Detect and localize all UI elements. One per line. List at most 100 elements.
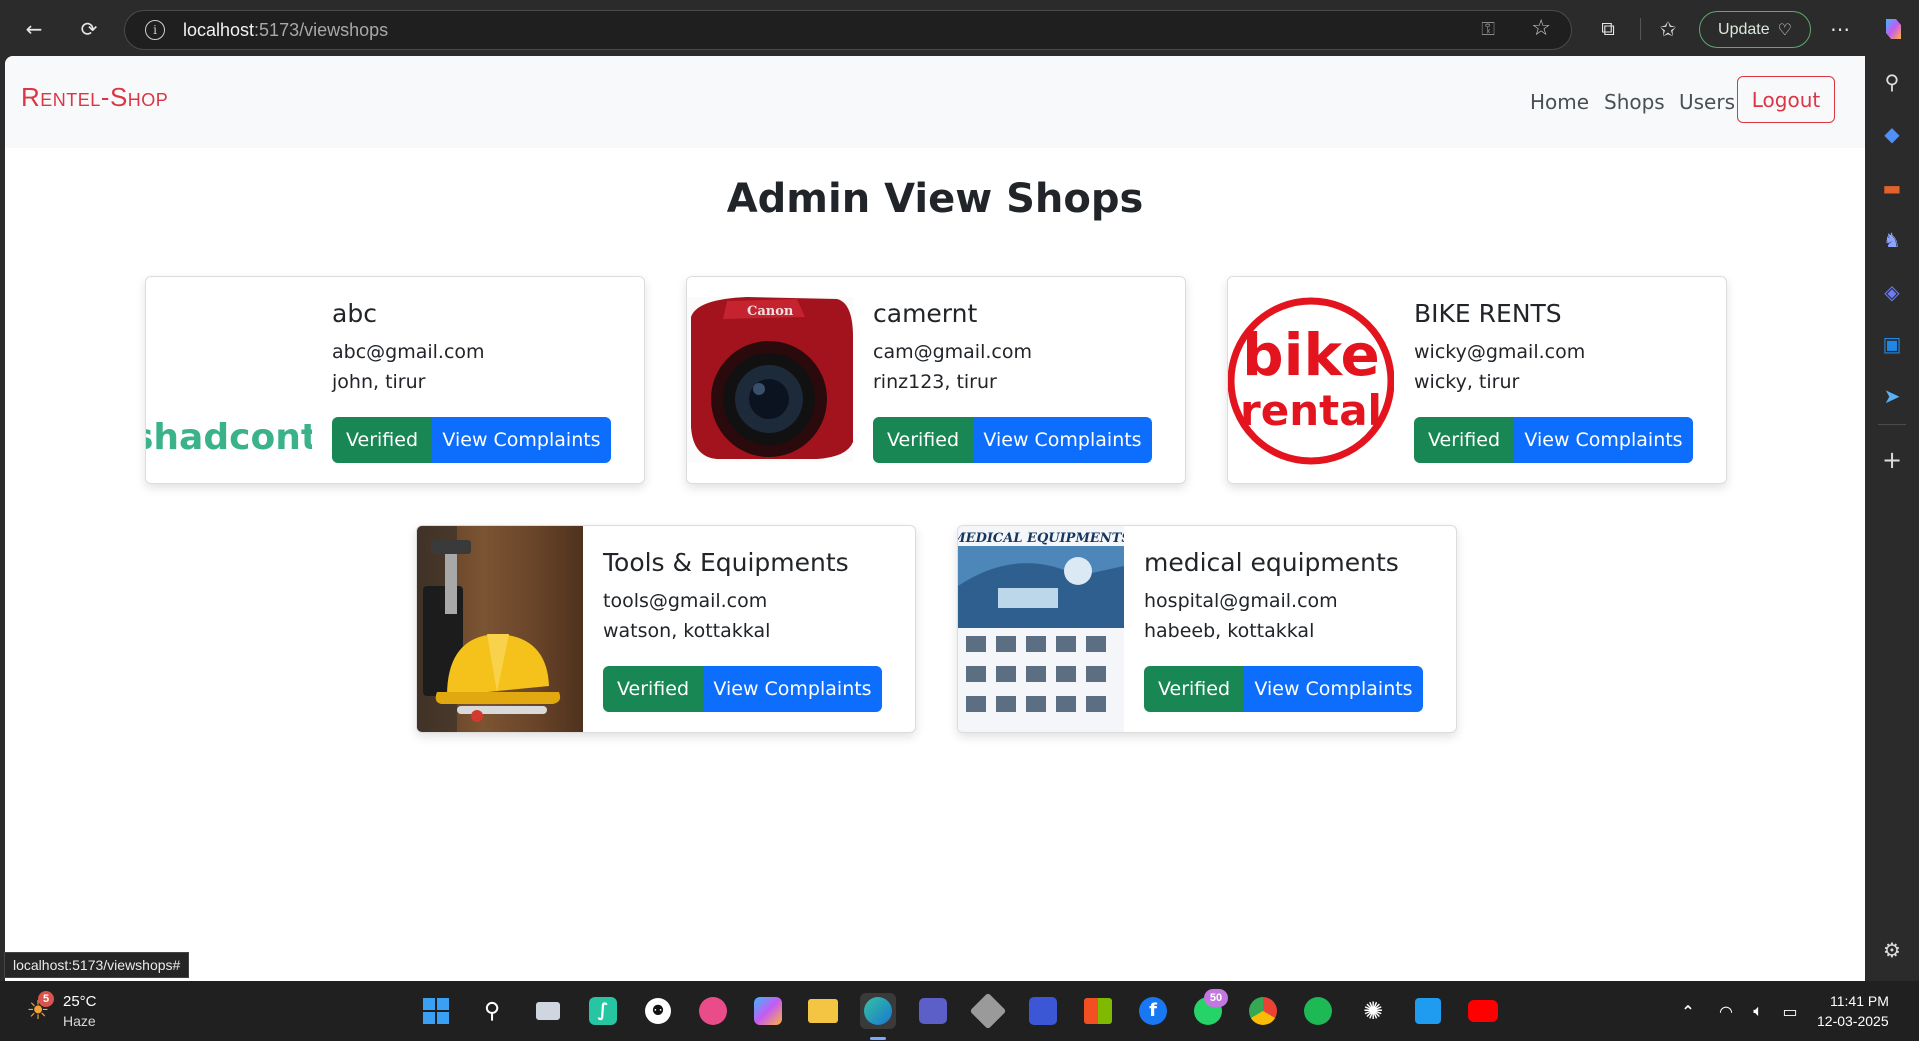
- taskbar: ☀ 5 25°C Haze ⚲ ∫ ⚉ f 50 ✺ ⌃ ◠ 🔈︎ ▭ 11:4…: [0, 981, 1919, 1041]
- vscode-icon[interactable]: [1410, 993, 1446, 1029]
- edge-sidebar: ⚲ ◆ ▬ ♞ ◈ ▣ ➤ + ⚙: [1866, 56, 1919, 981]
- chatgpt-icon[interactable]: ✺: [1355, 993, 1391, 1029]
- verified-button[interactable]: Verified: [332, 417, 432, 463]
- show-hidden-icons-chevron[interactable]: ⌃: [1670, 993, 1706, 1029]
- wifi-icon[interactable]: ◠: [1708, 993, 1744, 1029]
- verified-button[interactable]: Verified: [1144, 666, 1244, 712]
- verified-button[interactable]: Verified: [603, 666, 703, 712]
- nav-users[interactable]: Users: [1679, 90, 1735, 114]
- shop-image: MEDICAL EQUIPMENTS: [958, 526, 1124, 732]
- app-s-icon[interactable]: ∫: [585, 993, 621, 1029]
- spotify-icon[interactable]: [1300, 993, 1336, 1029]
- edge-browser-icon[interactable]: [860, 993, 896, 1029]
- favorite-star-icon[interactable]: ☆: [1531, 16, 1551, 41]
- brand-logo[interactable]: Rentel-Shop: [21, 82, 168, 113]
- view-complaints-button[interactable]: View Complaints: [1244, 666, 1423, 712]
- shop-image: shadconta: [146, 277, 312, 483]
- shop-image: Canon: [687, 277, 853, 483]
- shop-card: MEDICAL EQUIPMENTS medical equipments ho…: [957, 525, 1457, 733]
- update-button[interactable]: Update ♡: [1699, 11, 1811, 48]
- add-icon[interactable]: +: [1878, 446, 1906, 474]
- weather-badge: 5: [38, 991, 54, 1007]
- camera-image: Canon: [687, 297, 853, 462]
- page-title: Admin View Shops: [726, 176, 1144, 222]
- search-icon[interactable]: ⚲: [474, 993, 510, 1029]
- shopping-tag-icon[interactable]: ◆: [1878, 120, 1906, 148]
- browser-toolbar: ← ⟳ i localhost:5173/viewshops ⚿ ☆ ⧉ ✩ U…: [0, 0, 1919, 56]
- battery-icon[interactable]: ▭: [1772, 993, 1808, 1029]
- shop-name: medical equipments: [1144, 548, 1399, 577]
- more-menu-icon[interactable]: ⋯: [1823, 12, 1857, 46]
- windows-start-icon[interactable]: [418, 993, 454, 1029]
- verified-button[interactable]: Verified: [873, 417, 973, 463]
- view-complaints-button[interactable]: View Complaints: [1514, 417, 1693, 463]
- outlook-icon[interactable]: ▣: [1878, 330, 1906, 358]
- sidebar-divider: [1878, 424, 1906, 425]
- active-app-indicator: [870, 1037, 886, 1040]
- address-bar[interactable]: i localhost:5173/viewshops ⚿ ☆: [124, 10, 1572, 50]
- refresh-icon[interactable]: ⟳: [72, 12, 106, 46]
- update-label: Update: [1718, 20, 1770, 38]
- shop-image: [417, 526, 583, 732]
- shop-image: bike rental: [1228, 277, 1394, 483]
- shop-email: cam@gmail.com: [873, 341, 1032, 363]
- teams-icon[interactable]: [915, 993, 951, 1029]
- nav-home[interactable]: Home: [1530, 90, 1589, 114]
- medical-equipments-image: MEDICAL EQUIPMENTS: [958, 526, 1124, 732]
- rental-logo-text: rental: [1240, 386, 1382, 435]
- unity-icon[interactable]: [969, 992, 1007, 1030]
- extensions-icon[interactable]: ⧉: [1591, 12, 1625, 46]
- shop-owner: wicky, tirur: [1414, 371, 1520, 393]
- back-icon[interactable]: ←: [17, 12, 51, 46]
- clock-time[interactable]: 11:41 PM: [1830, 993, 1889, 1009]
- search-icon[interactable]: ⚲: [1878, 68, 1906, 96]
- heart-pulse-icon: ♡: [1777, 20, 1792, 39]
- shop-card: Tools & Equipments tools@gmail.com watso…: [416, 525, 916, 733]
- whatsapp-badge: 50: [1204, 989, 1228, 1007]
- dribbble-icon[interactable]: [695, 993, 731, 1029]
- file-explorer-icon[interactable]: [805, 993, 841, 1029]
- copilot-icon[interactable]: [1876, 12, 1910, 46]
- settings-gear-icon[interactable]: ⚙: [1878, 936, 1906, 964]
- clock-date[interactable]: 12-03-2025: [1817, 1013, 1889, 1029]
- shop-name: Tools & Equipments: [603, 548, 849, 577]
- weather-condition: Haze: [63, 1013, 96, 1029]
- youtube-icon[interactable]: [1465, 993, 1501, 1029]
- view-complaints-button[interactable]: View Complaints: [703, 666, 882, 712]
- shop-email: hospital@gmail.com: [1144, 590, 1338, 612]
- shop-name: BIKE RENTS: [1414, 299, 1562, 328]
- url-path: :5173/viewshops: [254, 19, 389, 40]
- favorites-icon[interactable]: ✩: [1651, 12, 1685, 46]
- send-icon[interactable]: ➤: [1878, 382, 1906, 410]
- shop-owner: rinz123, tirur: [873, 371, 997, 393]
- tools-image: [417, 526, 561, 732]
- tools-briefcase-icon[interactable]: ▬: [1878, 174, 1906, 202]
- shop-name: camernt: [873, 299, 978, 328]
- shop-owner: habeeb, kottakkal: [1144, 620, 1315, 642]
- shop-card: Canon camernt cam@gmail.com rinz123, tir…: [686, 276, 1186, 484]
- status-bar-url: localhost:5173/viewshops#: [4, 952, 190, 978]
- chrome-icon[interactable]: [1245, 993, 1281, 1029]
- copilot-taskbar-icon[interactable]: [750, 993, 786, 1029]
- site-info-icon[interactable]: i: [145, 20, 165, 40]
- shop-card: bike rental BIKE RENTS wicky@gmail.com w…: [1227, 276, 1727, 484]
- verified-button[interactable]: Verified: [1414, 417, 1514, 463]
- volume-icon[interactable]: 🔈︎: [1740, 993, 1776, 1029]
- games-icon[interactable]: ♞: [1878, 226, 1906, 254]
- task-view-icon[interactable]: [530, 993, 566, 1029]
- app-lock-icon[interactable]: ⚉: [640, 993, 676, 1029]
- copilot-app-icon[interactable]: ◈: [1878, 278, 1906, 306]
- app-analytics-icon[interactable]: [1025, 993, 1061, 1029]
- facebook-icon[interactable]: f: [1135, 993, 1171, 1029]
- ms-store-icon[interactable]: [1080, 993, 1116, 1029]
- shop-email: wicky@gmail.com: [1414, 341, 1586, 363]
- logout-button[interactable]: Logout: [1737, 76, 1835, 123]
- nav-shops[interactable]: Shops: [1604, 90, 1665, 114]
- medical-banner-text: MEDICAL EQUIPMENTS: [958, 531, 1124, 546]
- view-complaints-button[interactable]: View Complaints: [973, 417, 1152, 463]
- shop-email: abc@gmail.com: [332, 341, 485, 363]
- password-key-icon[interactable]: ⚿: [1481, 19, 1495, 40]
- page-viewport: Rentel-Shop Home Shops Users Logout Admi…: [5, 56, 1865, 981]
- view-complaints-button[interactable]: View Complaints: [432, 417, 611, 463]
- shop-owner: john, tirur: [332, 371, 426, 393]
